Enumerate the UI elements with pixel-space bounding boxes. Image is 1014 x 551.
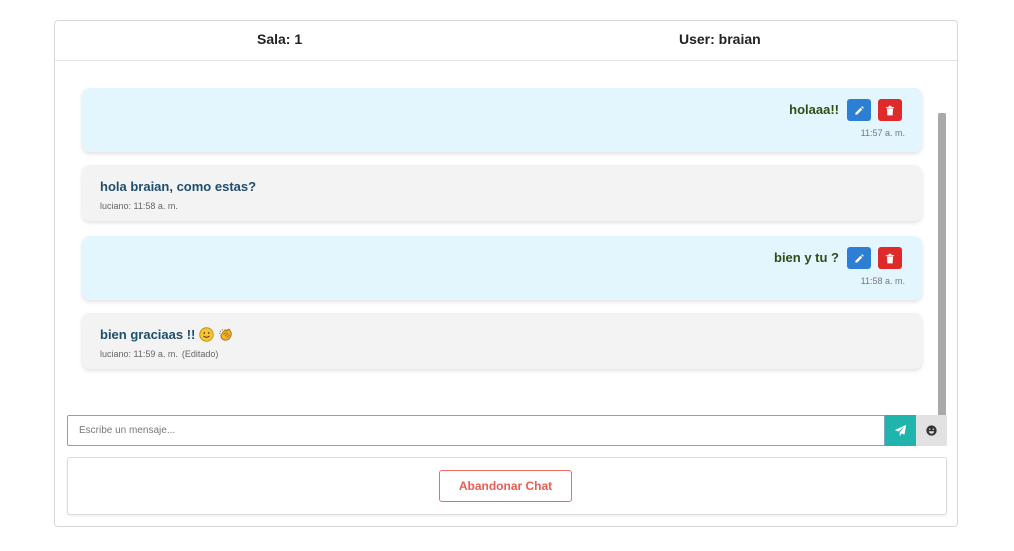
delete-message-button[interactable] — [878, 99, 902, 121]
user-label: User: braian — [679, 31, 761, 47]
leave-chat-button[interactable]: Abandonar Chat — [439, 470, 572, 502]
delete-message-button[interactable] — [878, 247, 902, 269]
edited-tag: (Editado) — [181, 349, 219, 359]
message-text-content: hola braian, como estas? — [100, 179, 257, 194]
edit-message-button[interactable] — [847, 247, 871, 269]
message-list[interactable]: holaaa!! 11:57 a. m. hola braian, como e… — [55, 62, 957, 433]
chat-header: Sala: 1 User: braian — [55, 21, 957, 61]
send-button[interactable] — [885, 415, 916, 446]
composer — [67, 415, 947, 446]
pencil-icon — [854, 105, 864, 115]
message-text: hola braian, como estas? — [100, 179, 256, 194]
smiley-icon — [926, 425, 937, 436]
scrollbar-thumb[interactable] — [938, 113, 946, 425]
message-meta-text: luciano: 11:59 a. m. — [100, 349, 178, 359]
message-input[interactable] — [67, 415, 885, 446]
chat-footer: Abandonar Chat — [67, 457, 947, 515]
message-text: holaaa!! — [789, 102, 839, 117]
message-text: bien graciaas !! — [100, 327, 233, 342]
edit-message-button[interactable] — [847, 99, 871, 121]
emoji-picker-button[interactable] — [916, 415, 947, 446]
paper-plane-icon — [894, 424, 907, 437]
message-text: bien y tu ? — [774, 250, 839, 265]
message-time: 11:58 a. m. — [860, 276, 905, 286]
room-label: Sala: 1 — [257, 31, 303, 47]
pencil-icon — [854, 253, 864, 263]
other-message: hola braian, como estas? luciano: 11:58 … — [82, 165, 922, 221]
chat-card: Sala: 1 User: braian holaaa!! 11:57 a. m… — [54, 20, 958, 527]
message-meta: luciano: 11:58 a. m. — [100, 201, 178, 211]
trash-icon — [885, 253, 895, 263]
own-message: bien y tu ? 11:58 a. m. — [82, 236, 922, 300]
slightly-smiling-face-icon — [199, 327, 215, 342]
clapping-hands-icon — [219, 328, 233, 341]
message-text-content: bien graciaas !! — [100, 327, 196, 342]
trash-icon — [885, 105, 895, 115]
own-message: holaaa!! 11:57 a. m. — [82, 88, 922, 152]
message-meta: luciano: 11:59 a. m. (Editado) — [100, 349, 218, 359]
other-message: bien graciaas !! luciano: 11:59 a. m. (Ed… — [82, 313, 922, 369]
message-time: 11:57 a. m. — [860, 128, 905, 138]
